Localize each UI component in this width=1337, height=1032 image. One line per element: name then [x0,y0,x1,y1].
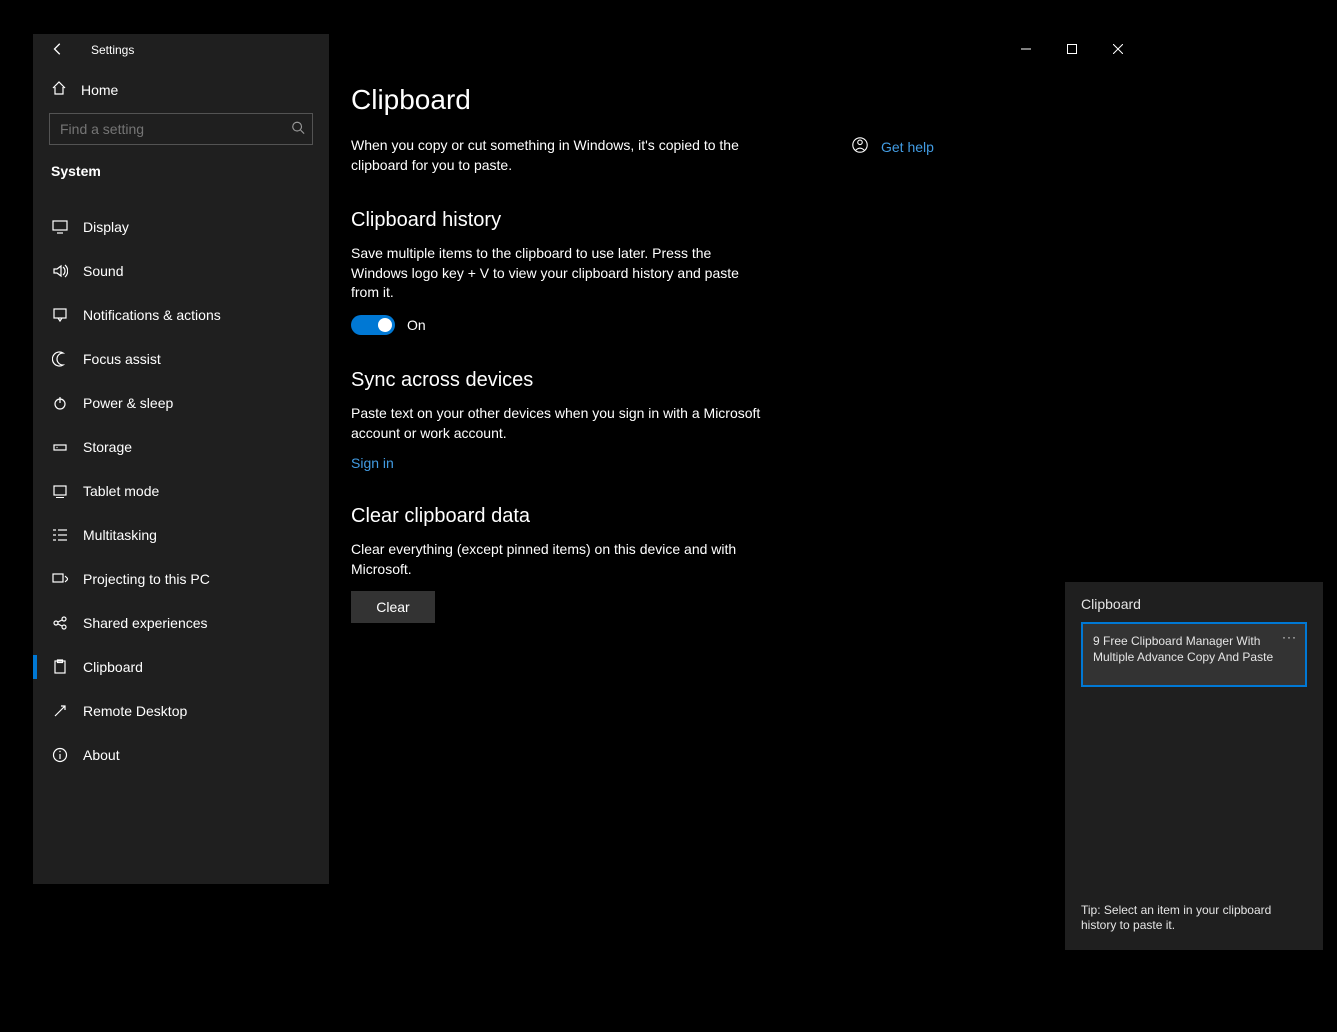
sidebar-item-tablet-mode[interactable]: Tablet mode [33,469,329,513]
sidebar-item-display[interactable]: Display [33,205,329,249]
sidebar-item-notifications-actions[interactable]: Notifications & actions [33,293,329,337]
side-column: Get help [851,136,934,623]
sidebar-item-shared-experiences[interactable]: Shared experiences [33,601,329,645]
history-desc: Save multiple items to the clipboard to … [351,244,761,303]
intro-text: When you copy or cut something in Window… [351,136,761,175]
tablet-icon [51,483,69,499]
clear-desc: Clear everything (except pinned items) o… [351,540,761,579]
share-icon [51,615,69,631]
sync-title: Sync across devices [351,369,761,392]
get-help-link[interactable]: Get help [881,139,934,155]
sidebar-item-projecting-to-this-pc[interactable]: Projecting to this PC [33,557,329,601]
flyout-tip: Tip: Select an item in your clipboard hi… [1065,893,1323,950]
nav-list: Display Sound Notifications & actions Focus… [33,205,329,777]
sidebar-item-label: Notifications & actions [83,307,221,323]
clipboard-item-text: 9 Free Clipboard Manager With Multiple A… [1093,634,1273,664]
sidebar-item-label: Sound [83,263,123,279]
sidebar-item-sound[interactable]: Sound [33,249,329,293]
home-icon [51,80,67,99]
back-button[interactable] [51,42,65,59]
close-button[interactable] [1095,34,1141,64]
storage-icon [51,439,69,455]
sidebar-item-label: Tablet mode [83,483,159,499]
power-icon [51,395,69,411]
page-title: Clipboard [351,84,1141,116]
search-wrap [33,113,329,157]
multitask-icon [51,527,69,543]
sidebar-item-power-sleep[interactable]: Power & sleep [33,381,329,425]
sidebar-item-label: Display [83,219,129,235]
sidebar-item-multitasking[interactable]: Multitasking [33,513,329,557]
sidebar-item-label: Projecting to this PC [83,571,210,587]
clipboard-flyout: Clipboard 9 Free Clipboard Manager With … [1065,582,1323,950]
project-icon [51,571,69,587]
sound-icon [51,263,69,279]
sidebar-home[interactable]: Home [33,66,329,113]
maximize-button[interactable] [1049,34,1095,64]
home-label: Home [81,82,118,98]
sidebar-item-about[interactable]: About [33,733,329,777]
sidebar-item-focus-assist[interactable]: Focus assist [33,337,329,381]
clipboard-item[interactable]: 9 Free Clipboard Manager With Multiple A… [1081,622,1307,687]
sidebar-item-label: Storage [83,439,132,455]
sidebar-item-label: Multitasking [83,527,157,543]
sidebar-item-label: About [83,747,120,763]
display-icon [51,219,69,235]
settings-window: Settings Home System Display Sound Notific… [33,34,1141,884]
sidebar-item-remote-desktop[interactable]: Remote Desktop [33,689,329,733]
content-column: When you copy or cut something in Window… [351,136,761,623]
history-title: Clipboard history [351,209,761,232]
minimize-button[interactable] [1003,34,1049,64]
app-title: Settings [91,43,134,57]
sidebar: Settings Home System Display Sound Notific… [33,34,329,884]
sidebar-item-label: Power & sleep [83,395,173,411]
window-controls [1003,34,1141,64]
sidebar-item-label: Clipboard [83,659,143,675]
clipboard-item-menu[interactable]: ··· [1282,630,1297,646]
help-icon [851,136,869,157]
sign-in-link[interactable]: Sign in [351,455,761,471]
sidebar-item-storage[interactable]: Storage [33,425,329,469]
sidebar-item-label: Focus assist [83,351,161,367]
remote-icon [51,703,69,719]
titlebar-left: Settings [33,34,329,66]
clear-title: Clear clipboard data [351,505,761,528]
history-toggle-label: On [407,317,426,333]
sync-desc: Paste text on your other devices when yo… [351,404,761,443]
moon-icon [51,351,69,367]
sidebar-item-clipboard[interactable]: Clipboard [33,645,329,689]
info-icon [51,747,69,763]
search-input[interactable] [49,113,313,145]
history-toggle[interactable] [351,315,395,335]
notifications-icon [51,307,69,323]
sidebar-item-label: Shared experiences [83,615,208,631]
clear-button[interactable]: Clear [351,591,435,623]
flyout-title: Clipboard [1065,582,1323,622]
clipboard-icon [51,659,69,675]
category-label: System [33,157,329,185]
sidebar-item-label: Remote Desktop [83,703,187,719]
main-panel: Clipboard When you copy or cut something… [329,34,1141,884]
